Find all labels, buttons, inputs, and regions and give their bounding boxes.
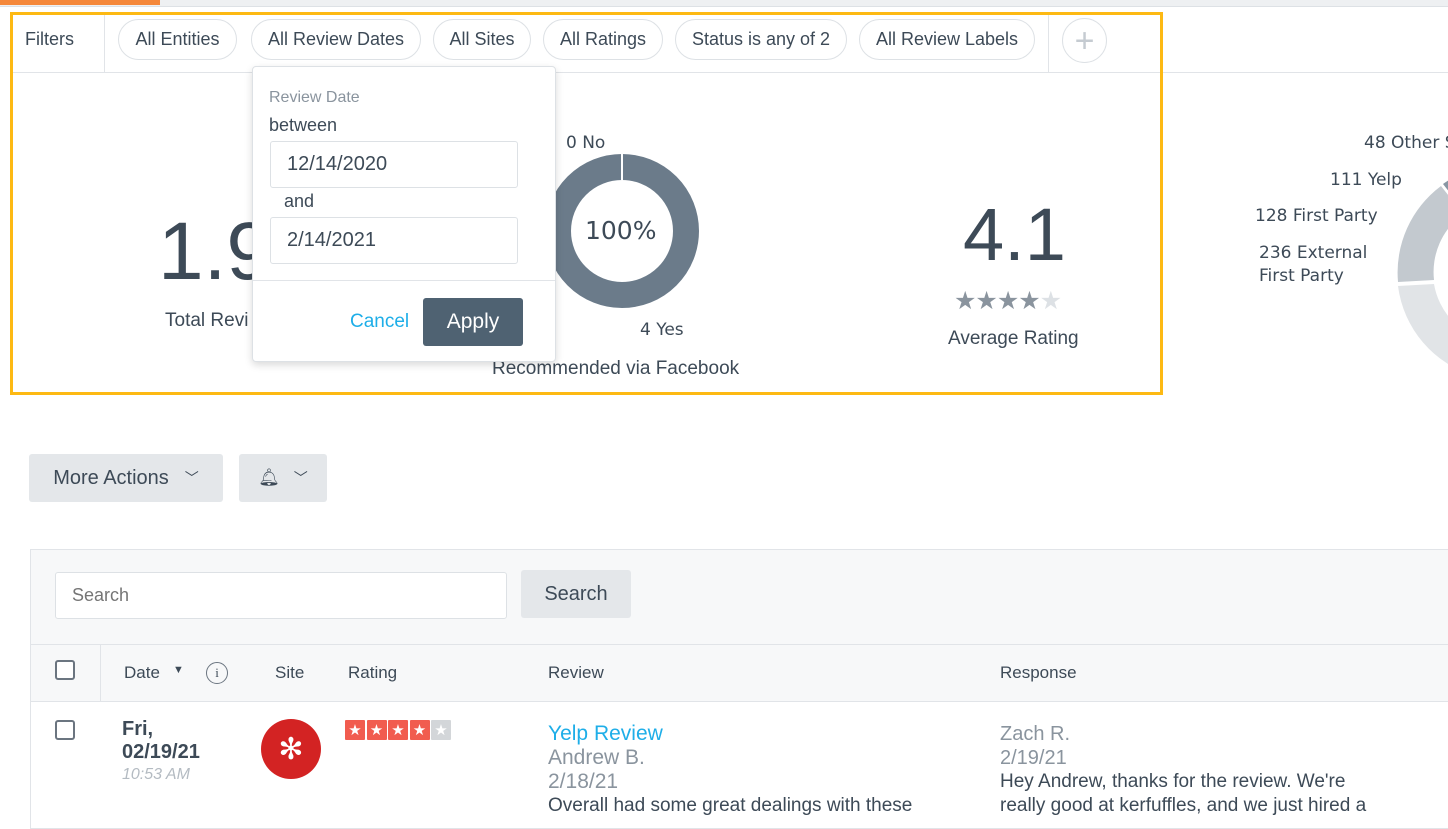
header-rating: Rating: [348, 663, 398, 682]
apply-button[interactable]: Apply: [423, 298, 523, 346]
review-cell: Yelp Review Andrew B. 2/18/21 Overall ha…: [548, 722, 912, 818]
header-date[interactable]: Date: [124, 663, 160, 683]
sites-donut: [1397, 180, 1448, 364]
star-icon: ★: [345, 720, 365, 740]
popup-title: Review Date: [269, 89, 360, 106]
site-label-external: 236 External: [1259, 243, 1368, 263]
review-title-link[interactable]: Yelp Review: [548, 722, 912, 746]
review-text: Overall had some great dealings with the…: [548, 795, 913, 816]
review-day: Fri,: [122, 718, 154, 740]
sort-down-icon[interactable]: ▼: [173, 664, 184, 676]
divider: [253, 280, 555, 281]
review-author: Andrew B.: [548, 746, 645, 769]
review-date-popup: Review Date between 12/14/2020 and 2/14/…: [252, 66, 556, 362]
response-text: Hey Andrew, thanks for the review. We're: [1000, 771, 1346, 792]
search-input[interactable]: [55, 572, 507, 619]
responder: Zach R.: [1000, 723, 1071, 745]
search-button[interactable]: Search: [521, 570, 631, 618]
header-response: Response: [1000, 663, 1077, 682]
and-label: and: [284, 191, 315, 211]
chevron-down-icon: ﹀: [293, 470, 308, 486]
notifications-button[interactable]: 🔔︎ ﹀: [239, 454, 327, 502]
review-date-value: 02/19/21: [122, 741, 200, 763]
info-icon[interactable]: i: [206, 662, 228, 684]
focus-highlight: [10, 12, 1163, 395]
active-tab-indicator: [0, 0, 160, 5]
table-header: [31, 645, 1448, 702]
response-text: really good at kerfuffles, and we just h…: [1000, 795, 1367, 816]
chevron-down-icon: ﹀: [184, 470, 199, 486]
site-label-external-2: First Party: [1259, 266, 1344, 286]
cancel-button[interactable]: Cancel: [350, 311, 409, 333]
header-site: Site: [275, 663, 305, 682]
star-icon: ★: [388, 720, 408, 740]
response-date: 2/19/21: [1000, 747, 1067, 769]
star-icon: ★: [366, 720, 387, 740]
donut-external-segment: [1398, 284, 1448, 364]
review-date-posted: 2/18/21: [548, 770, 619, 793]
divider: [100, 645, 101, 702]
header-review: Review: [548, 663, 604, 682]
star-empty-icon: ★: [431, 720, 451, 740]
between-label: between: [269, 115, 338, 135]
row-checkbox[interactable]: [55, 720, 75, 740]
top-nav-bar: [0, 0, 1448, 7]
site-label-other: 48 Other S: [1364, 133, 1448, 153]
review-date: Fri, 02/19/21: [122, 718, 200, 764]
select-all-checkbox[interactable]: [55, 660, 75, 680]
start-date-input[interactable]: 12/14/2020: [270, 141, 518, 188]
more-actions-label: More Actions: [53, 466, 169, 489]
bell-icon: 🔔︎: [258, 468, 280, 487]
review-time: 10:53 AM: [122, 766, 190, 783]
more-actions-button[interactable]: More Actions ﹀: [29, 454, 223, 502]
yelp-logo-icon: ✻: [261, 719, 321, 779]
site-label-first-party: 128 First Party: [1255, 206, 1378, 226]
end-date-input[interactable]: 2/14/2021: [270, 217, 518, 264]
rating-stars: ★ ★ ★ ★ ★: [345, 720, 453, 740]
donut-first-party-segment: [1397, 186, 1448, 282]
star-icon: ★: [409, 720, 430, 740]
response-cell: Zach R. 2/19/21 Hey Andrew, thanks for t…: [1000, 722, 1366, 818]
